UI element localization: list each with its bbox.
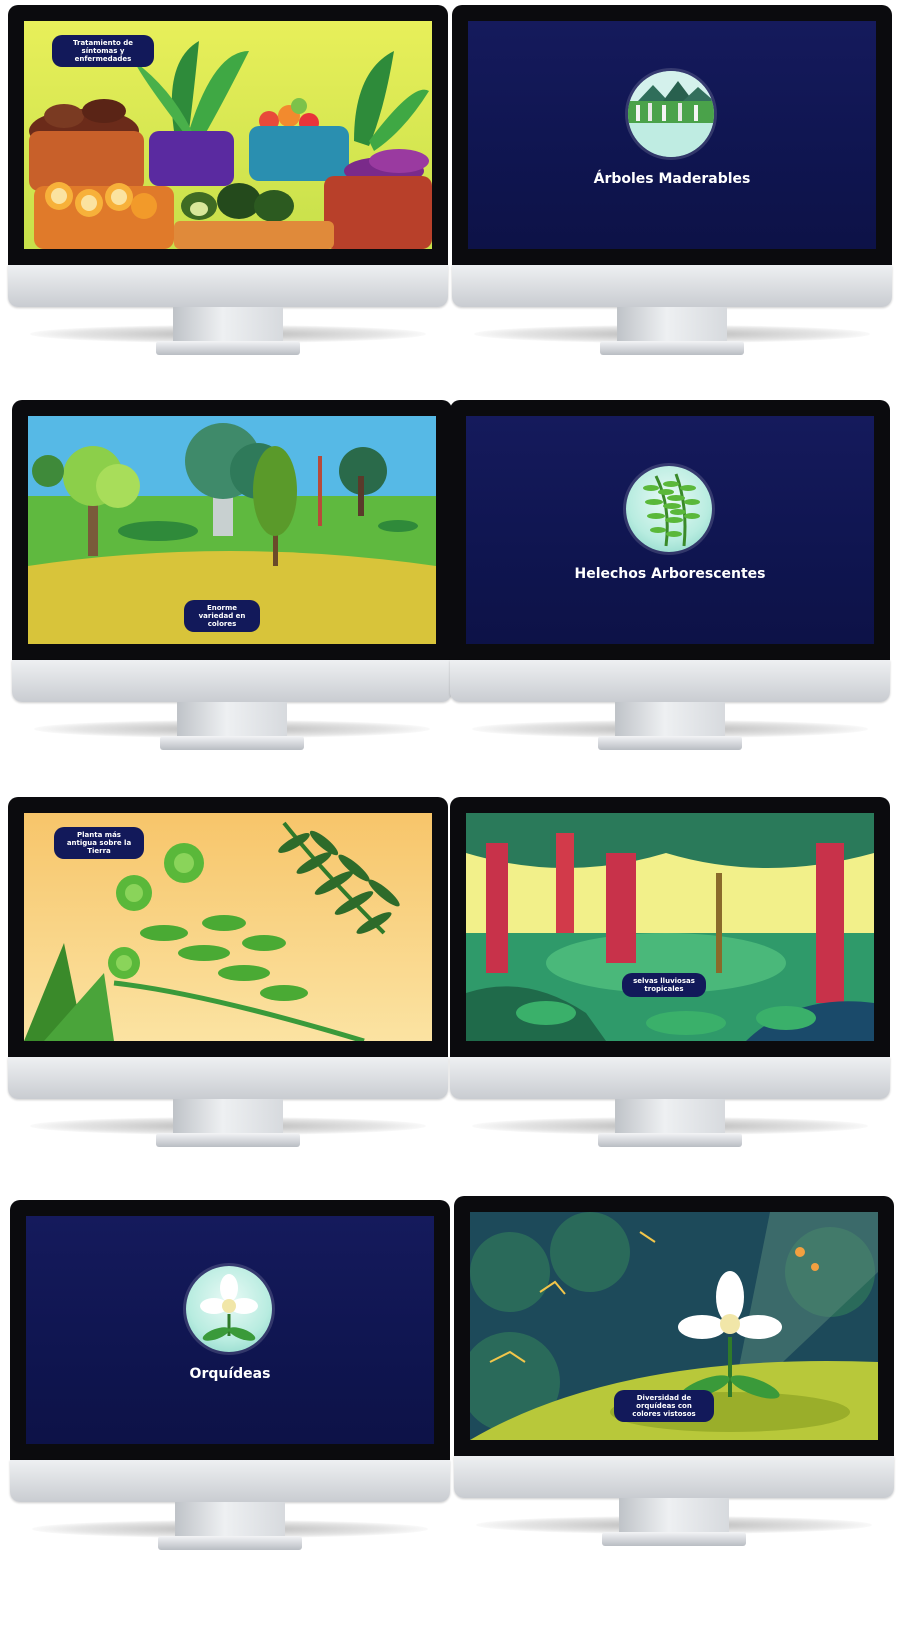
monitor-stand-neck <box>615 702 725 736</box>
fern-icon <box>626 466 712 552</box>
screen-rainforest[interactable]: selvas lluviosas tropicales <box>466 813 874 1041</box>
monitor-3: Enorme variedad en colores <box>12 400 452 780</box>
monitor-stand-base <box>156 1133 300 1147</box>
monitor-stand-neck <box>619 1498 729 1532</box>
screen-title: Orquídeas <box>189 1366 271 1382</box>
forest-icon <box>628 71 714 157</box>
caption-badge: selvas lluviosas tropicales <box>622 973 706 997</box>
monitor-bezel: Helechos Arborescentes <box>450 400 890 660</box>
monitor-bezel: Diversidad de orquídeas con colores vist… <box>454 1196 894 1456</box>
monitor-bezel: Orquídeas <box>10 1200 450 1460</box>
monitor-chin <box>8 265 448 307</box>
rainforest-illustration <box>466 813 874 1041</box>
monitor-6: selvas lluviosas tropicales <box>450 797 890 1177</box>
monitor-stand-base <box>602 1532 746 1546</box>
monitor-stand-base <box>158 1536 302 1550</box>
caption-badge: Planta más antigua sobre la Tierra <box>54 827 144 859</box>
monitor-stand-neck <box>173 307 283 341</box>
monitor-chin <box>454 1456 894 1498</box>
monitor-chin <box>8 1057 448 1099</box>
monitor-stand-neck <box>617 307 727 341</box>
monitor-stand-neck <box>173 1099 283 1133</box>
monitor-stand-base <box>598 736 742 750</box>
screen-ferns[interactable]: Planta más antigua sobre la Tierra <box>24 813 432 1041</box>
monitor-stand-base <box>160 736 304 750</box>
monitor-chin <box>10 1460 450 1502</box>
screen-helechos-arborescentes[interactable]: Helechos Arborescentes <box>466 416 874 644</box>
monitor-bezel: Tratamiento de síntomas y enfermedades <box>8 5 448 265</box>
caption-badge: Tratamiento de síntomas y enfermedades <box>52 35 154 67</box>
monitor-5: Planta más antigua sobre la Tierra <box>8 797 448 1177</box>
monitor-stand-neck <box>177 702 287 736</box>
monitor-7: Orquídeas <box>10 1200 450 1580</box>
screen-orchid-scene[interactable]: Diversidad de orquídeas con colores vist… <box>470 1212 878 1440</box>
monitor-stand-base <box>156 341 300 355</box>
monitor-bezel: selvas lluviosas tropicales <box>450 797 890 1057</box>
screen-baskets[interactable]: Tratamiento de síntomas y enfermedades <box>24 21 432 249</box>
monitor-1: Tratamiento de síntomas y enfermedades <box>8 5 448 385</box>
monitor-chin <box>452 265 892 307</box>
caption-badge: Enorme variedad en colores <box>184 600 260 632</box>
monitor-stand-base <box>598 1133 742 1147</box>
monitor-chin <box>450 1057 890 1099</box>
monitor-bezel: Enorme variedad en colores <box>12 400 452 660</box>
monitor-stand-neck <box>175 1502 285 1536</box>
monitor-4: Helechos Arborescentes <box>450 400 890 780</box>
monitor-8: Diversidad de orquídeas con colores vist… <box>454 1196 894 1576</box>
monitor-chin <box>12 660 452 702</box>
monitor-bezel: Árboles Maderables <box>452 5 892 265</box>
screen-forest[interactable]: Enorme variedad en colores <box>28 416 436 644</box>
monitor-bezel: Planta más antigua sobre la Tierra <box>8 797 448 1057</box>
screen-title: Árboles Maderables <box>593 171 751 187</box>
monitor-stand-base <box>600 341 744 355</box>
screen-orquideas[interactable]: Orquídeas <box>26 1216 434 1444</box>
screen-arboles-maderables[interactable]: Árboles Maderables <box>468 21 876 249</box>
orchid-icon <box>186 1266 272 1352</box>
screen-title: Helechos Arborescentes <box>574 566 766 582</box>
caption-badge: Diversidad de orquídeas con colores vist… <box>614 1390 714 1422</box>
monitor-2: Árboles Maderables <box>452 5 892 385</box>
monitor-stand-neck <box>615 1099 725 1133</box>
monitor-chin <box>450 660 890 702</box>
